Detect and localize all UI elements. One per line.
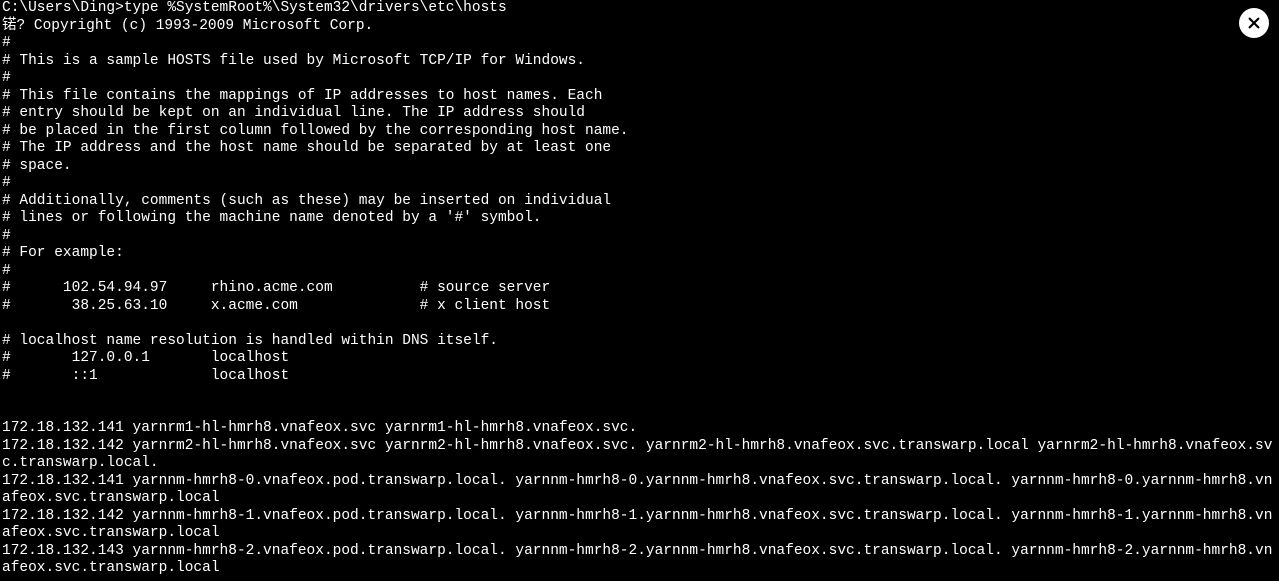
output-line: # [2,35,11,51]
output-line: # 38.25.63.10 x.acme.com # x client host [2,298,550,314]
output-line: # localhost name resolution is handled w… [2,333,498,349]
output-line: # be placed in the first column followed… [2,123,629,139]
output-line: # 102.54.94.97 rhino.acme.com # source s… [2,280,550,296]
output-line: # lines or following the machine name de… [2,210,542,226]
output-line: # entry should be kept on an individual … [2,105,585,121]
output-line: # 127.0.0.1 localhost [2,350,289,366]
output-line: 172.18.132.143 yarnnm-hmrh8-2.vnafeox.po… [2,543,1272,577]
output-line: # [2,228,11,244]
output-line: 172.18.132.142 yarnnm-hmrh8-1.vnafeox.po… [2,508,1272,542]
output-line: # The IP address and the host name shoul… [2,140,611,156]
command-prompt-line: C:\Users\Ding>type %SystemRoot%\System32… [2,0,507,16]
output-line: # For example: [2,245,124,261]
output-line: # ::1 localhost [2,368,289,384]
output-line: 锘? Copyright (c) 1993-2009 Microsoft Cor… [2,18,373,34]
output-line: 172.18.132.141 yarnrm1-hl-hmrh8.vnafeox.… [2,420,637,436]
output-line: # This is a sample HOSTS file used by Mi… [2,53,585,69]
output-line: # Additionally, comments (such as these)… [2,193,611,209]
output-line: # [2,263,11,279]
output-line: 172.18.132.141 yarnnm-hmrh8-0.vnafeox.po… [2,473,1272,507]
close-icon [1247,16,1261,30]
output-line: 172.18.132.142 yarnrm2-hl-hmrh8.vnafeox.… [2,438,1272,472]
output-line: # [2,70,11,86]
output-line: # [2,175,11,191]
terminal-output[interactable]: C:\Users\Ding>type %SystemRoot%\System32… [0,0,1279,578]
output-line: # space. [2,158,72,174]
close-button[interactable] [1239,8,1269,38]
output-line: # This file contains the mappings of IP … [2,88,602,104]
